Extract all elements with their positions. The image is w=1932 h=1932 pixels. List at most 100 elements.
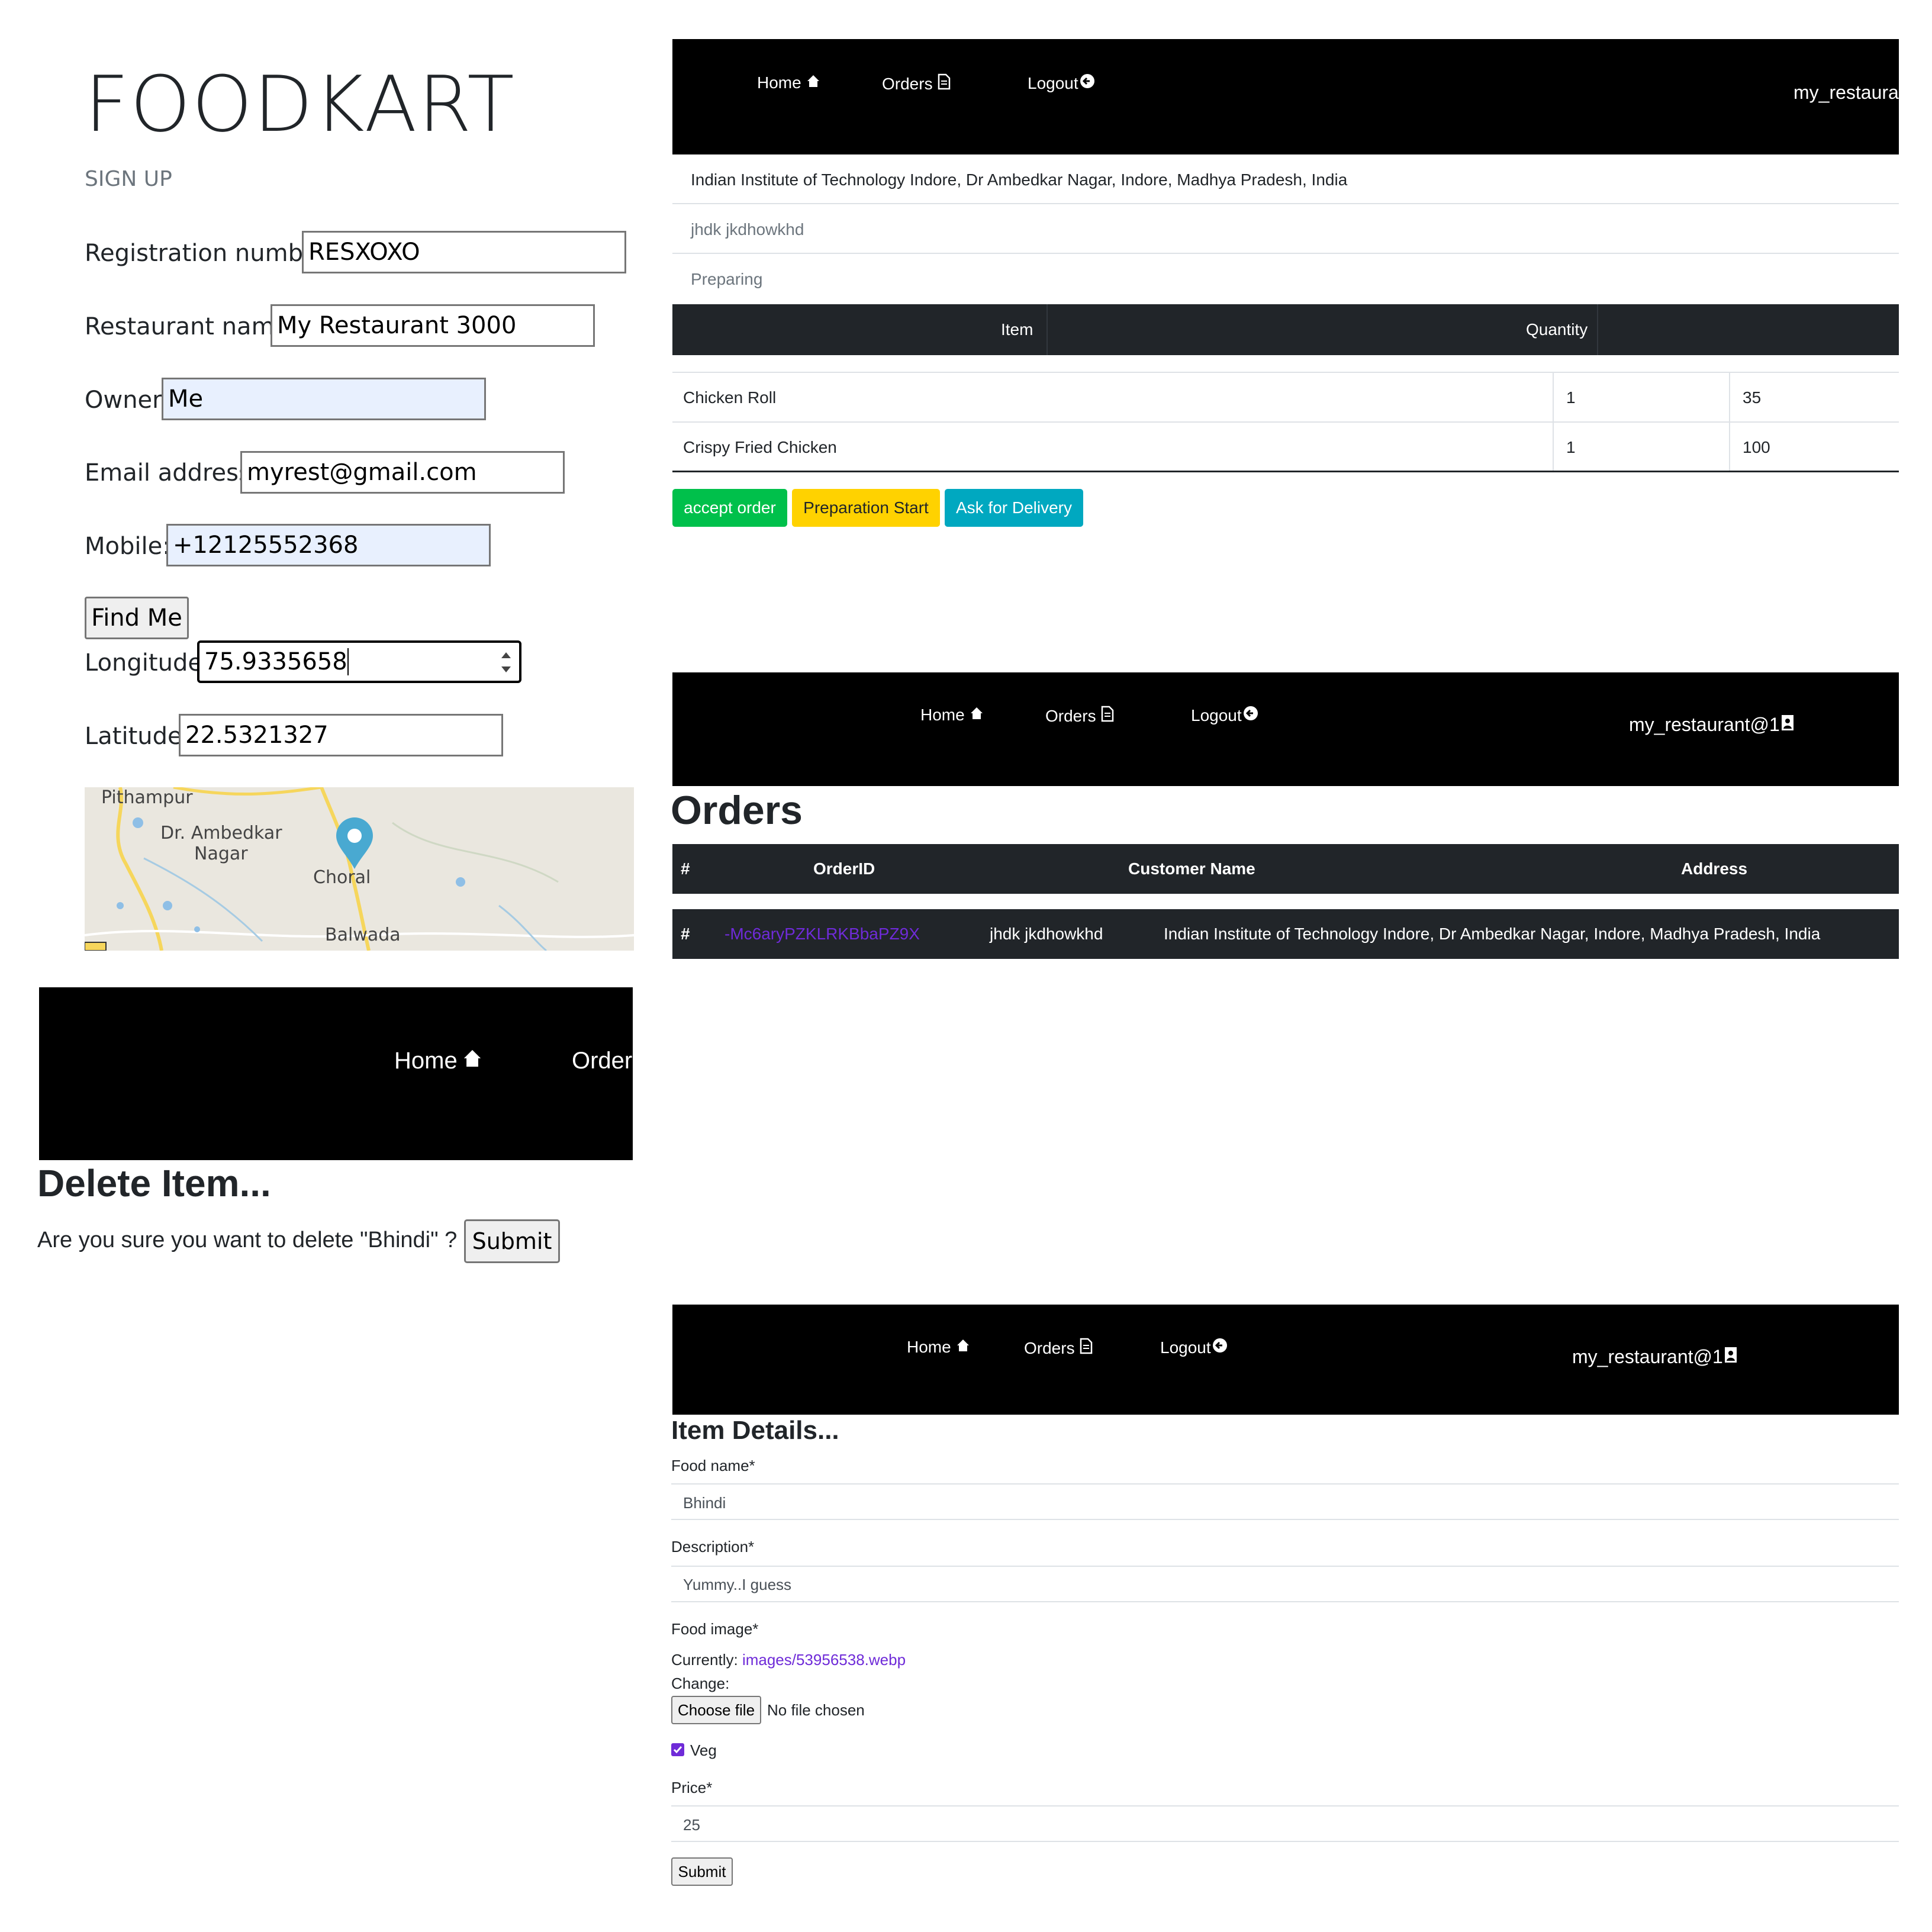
row-quantity: 1 — [1566, 388, 1576, 407]
field-border-bottom — [671, 1601, 1899, 1602]
map-label-nagar: Nagar — [194, 843, 248, 864]
row-customer: jhdk jkdhowkhd — [990, 925, 1103, 943]
nav-user-label: my_restaurant@1 — [1629, 714, 1780, 735]
email-input[interactable]: myrest@gmail.com — [240, 451, 565, 494]
nav-orders-link[interactable]: Orders — [1045, 706, 1114, 726]
ask-for-delivery-button[interactable]: Ask for Delivery — [945, 489, 1083, 527]
field-border-bottom — [671, 1519, 1899, 1520]
change-label: Change: — [671, 1675, 730, 1692]
field-border-top — [671, 1483, 1899, 1485]
food-image-label: Food image* — [671, 1620, 759, 1638]
header-address: Address — [1681, 859, 1748, 878]
text-cursor — [347, 648, 349, 675]
user-badge-icon — [1781, 714, 1794, 736]
header-num: # — [681, 859, 690, 878]
item-submit-button[interactable]: Submit — [671, 1857, 733, 1886]
currently-label: Currently: — [671, 1651, 738, 1669]
nav-logout-link[interactable]: Logout — [1191, 706, 1258, 725]
orders-table-row[interactable]: # -Mc6aryPZKLRKBbaPZ9X jhdk jkdhowkhd In… — [672, 909, 1899, 959]
nav-orders-label: Orders — [1024, 1338, 1075, 1357]
preparation-start-button[interactable]: Preparation Start — [792, 489, 940, 527]
nav-home-link[interactable]: Home — [394, 1048, 482, 1074]
user-badge-icon — [1724, 1346, 1737, 1368]
row-quantity: 1 — [1566, 438, 1576, 456]
delete-title: Delete Item... — [37, 1162, 271, 1205]
row-price: 100 — [1743, 438, 1770, 456]
header-item: Item — [1001, 320, 1033, 339]
nav-user-label[interactable]: my_restaura — [1793, 82, 1899, 104]
navbar-order-detail: Home Orders Logout my_restaura — [672, 39, 1899, 154]
mobile-input[interactable]: +12125552368 — [166, 524, 491, 566]
nav-logout-label: Logout — [1028, 73, 1078, 92]
nav-home-link[interactable]: Home — [757, 73, 820, 92]
nav-orders-label: Orders — [1045, 706, 1096, 725]
table-row: Crispy Fried Chicken 1 100 — [672, 423, 1899, 471]
home-icon — [462, 1048, 482, 1074]
header-quantity: Quantity — [1526, 320, 1588, 339]
restaurant-name-input[interactable]: My Restaurant 3000 — [271, 304, 595, 347]
table-bottom-border — [672, 471, 1899, 472]
nav-orders-link[interactable]: Orders — [882, 73, 951, 94]
nav-logout-link[interactable]: Logout — [1028, 73, 1095, 93]
longitude-label: Longitude: — [85, 649, 211, 677]
document-icon — [1101, 706, 1114, 726]
price-input[interactable]: 25 — [683, 1816, 1891, 1834]
nav-logout-link[interactable]: Logout — [1160, 1338, 1228, 1357]
current-image-link[interactable]: images/53956538.webp — [742, 1651, 906, 1669]
registration-input[interactable]: RESXOXO — [302, 231, 626, 273]
navbar-item-details: Home Orders Logout my_restaurant@1 — [672, 1305, 1899, 1415]
cell-divider — [1553, 373, 1554, 421]
description-label: Description* — [671, 1538, 755, 1556]
owner-input[interactable]: Me — [162, 378, 486, 420]
choose-file-button[interactable]: Choose file — [671, 1696, 761, 1724]
nav-orders-link[interactable]: Orders — [1024, 1338, 1093, 1358]
brand-title: FOODKART — [85, 59, 516, 149]
map-label-pithampur: Pithampur — [101, 787, 193, 808]
latitude-input[interactable]: 22.5321327 — [179, 714, 503, 756]
orders-table-header: # OrderID Customer Name Address — [672, 844, 1899, 894]
food-name-input[interactable]: Bhindi — [683, 1494, 1891, 1512]
delete-submit-button[interactable]: Submit — [464, 1219, 560, 1263]
nav-orders-link[interactable]: Orders — [572, 1048, 644, 1074]
header-divider — [1597, 304, 1598, 355]
food-name-label: Food name* — [671, 1457, 755, 1474]
field-border-top — [671, 1805, 1899, 1807]
field-border-top — [671, 1566, 1899, 1567]
longitude-input[interactable]: 75.9335658 — [197, 640, 521, 683]
row-item: Chicken Roll — [683, 388, 777, 407]
veg-checkbox[interactable] — [671, 1743, 684, 1756]
divider — [672, 253, 1899, 254]
navbar-orders: Home Orders Logout my_restaurant@1 — [672, 672, 1899, 786]
nav-home-link[interactable]: Home — [920, 706, 984, 724]
mobile-label: Mobile: — [85, 533, 170, 560]
signup-subtitle: SIGN UP — [85, 167, 172, 191]
map-label-balwada: Balwada — [325, 925, 401, 945]
item-details-title: Item Details... — [671, 1416, 839, 1445]
order-customer: jhdk jkdhowkhd — [691, 220, 804, 239]
accept-order-button[interactable]: accept order — [672, 489, 787, 527]
nav-user[interactable]: my_restaurant@1 — [1629, 714, 1794, 736]
divider — [672, 203, 1899, 204]
number-spinner-icon[interactable] — [499, 646, 513, 678]
arrow-left-circle-icon — [1243, 706, 1258, 725]
description-input[interactable]: Yummy..I guess — [683, 1576, 1891, 1594]
delete-question: Are you sure you want to delete "Bhindi"… — [37, 1228, 458, 1252]
row-num: # — [681, 925, 690, 943]
location-map[interactable]: Pithampur Dr. Ambedkar Nagar Choral Balw… — [85, 787, 634, 951]
find-me-button[interactable]: Find Me — [85, 597, 189, 639]
cell-divider — [1729, 423, 1730, 471]
document-icon — [938, 73, 951, 94]
email-label: Email address: — [85, 459, 259, 487]
nav-home-label: Home — [757, 73, 801, 92]
nav-logout-label: Logout — [1191, 706, 1242, 724]
nav-home-link[interactable]: Home — [907, 1338, 970, 1357]
nav-home-label: Home — [907, 1338, 951, 1356]
nav-user[interactable]: my_restaurant@1 — [1572, 1346, 1737, 1368]
order-id-link[interactable]: -Mc6aryPZKLRKBbaPZ9X — [724, 925, 920, 944]
nav-logout-label: Logout — [1160, 1338, 1211, 1357]
map-label-choral: Choral — [313, 867, 371, 888]
longitude-value: 75.9335658 — [204, 648, 347, 675]
header-customer-name: Customer Name — [1128, 859, 1255, 878]
map-pin-icon[interactable] — [335, 817, 374, 870]
field-border-bottom — [671, 1841, 1899, 1842]
